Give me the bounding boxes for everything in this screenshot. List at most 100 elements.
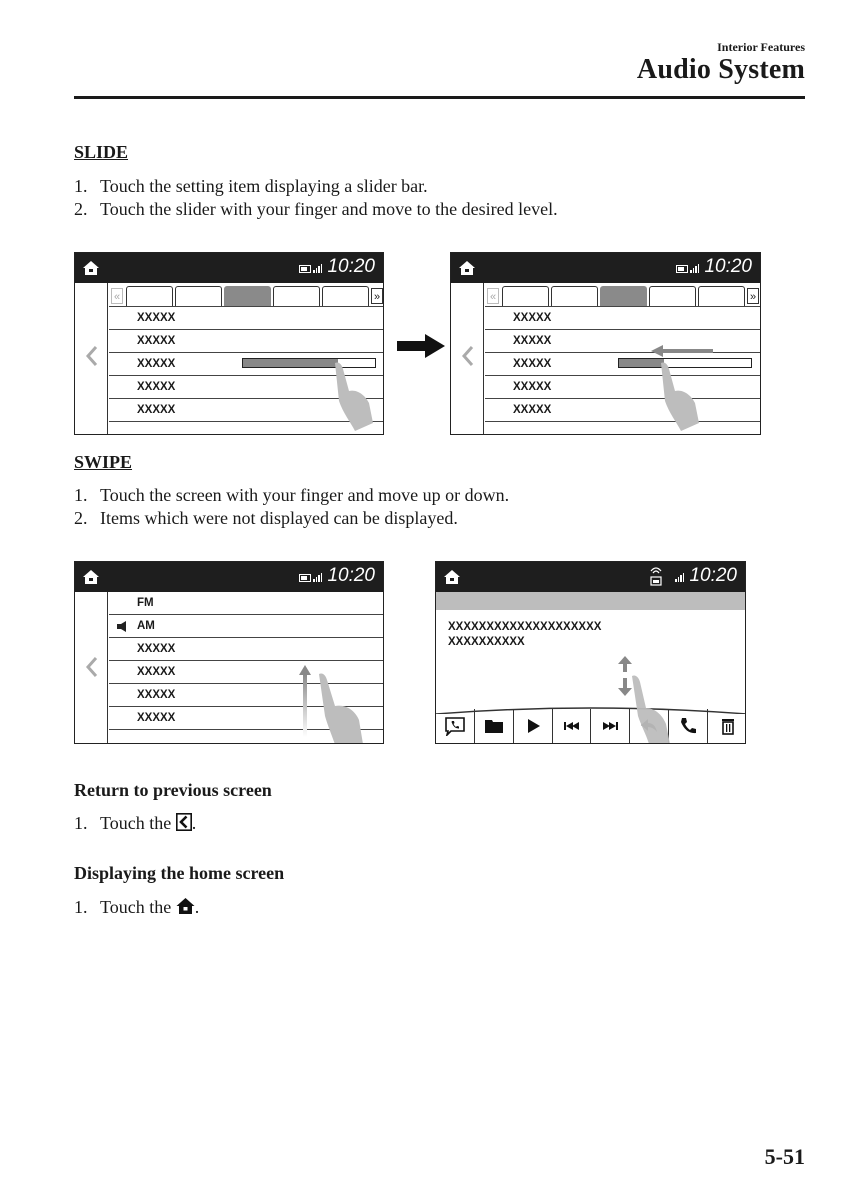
return-step: 1. Touch the .: [74, 812, 196, 835]
step-number: 2.: [74, 199, 88, 219]
list-item-label: XXXXX: [513, 358, 552, 370]
step-text: Touch the: [100, 813, 172, 833]
header-divider: [74, 96, 805, 99]
home-icon[interactable]: [82, 259, 100, 277]
tab-2[interactable]: [551, 286, 598, 306]
tab-5[interactable]: [698, 286, 745, 306]
home-icon[interactable]: [82, 568, 100, 586]
list-item[interactable]: XXXXX: [485, 353, 760, 376]
tab-scroll-left-icon[interactable]: «: [111, 288, 123, 304]
left-motion-arrow-icon: [651, 345, 713, 357]
tab-2[interactable]: [175, 286, 222, 306]
previous-track-button[interactable]: [553, 709, 591, 743]
clock: 10:20: [689, 565, 737, 586]
back-icon[interactable]: [461, 345, 475, 367]
back-icon[interactable]: [85, 345, 99, 367]
finger-icon: [661, 362, 699, 431]
home-heading: Displaying the home screen: [74, 863, 285, 883]
tab-scroll-right-icon[interactable]: »: [371, 288, 383, 304]
slide-screen-after: 10:20 « » XXXXX XXXXX XXXXX XXXXX XXXXX: [450, 252, 761, 435]
next-track-button[interactable]: [591, 709, 630, 743]
tab-3[interactable]: [600, 286, 647, 306]
sidebar: [75, 283, 108, 434]
play-button[interactable]: [514, 709, 553, 743]
battery-icon: [299, 574, 311, 582]
list-item[interactable]: XXXXX: [485, 399, 760, 422]
step-text: Touch the slider with your finger and mo…: [100, 199, 558, 219]
call-icon: [681, 718, 696, 734]
step-number: 2.: [74, 508, 88, 528]
step-number: 1.: [74, 485, 88, 505]
swipe-step-1: 1. Touch the screen with your finger and …: [74, 484, 509, 507]
signal-icon: [313, 573, 323, 582]
slider-fill: [243, 359, 339, 367]
home-icon: [176, 898, 195, 914]
list-item-fm[interactable]: FM: [109, 592, 383, 615]
finger-icon: [632, 675, 670, 743]
step-number: 1.: [74, 897, 88, 917]
step-punctuation: .: [194, 897, 200, 917]
page-title: Audio System: [636, 54, 805, 85]
step-text: Touch the setting item displaying a slid…: [100, 176, 428, 196]
battery-icon: [676, 265, 688, 273]
clock: 10:20: [327, 256, 375, 277]
right-arrow-icon: [397, 334, 445, 358]
tab-4[interactable]: [273, 286, 320, 306]
next-track-icon: [603, 722, 618, 730]
speaker-icon: [117, 621, 126, 632]
tab-scroll-right-icon[interactable]: »: [747, 288, 759, 304]
list-item[interactable]: XXXXX: [109, 306, 383, 330]
swipe-list-screen: 10:20 FM AM XXXXX XXXXX XXXXX XXXXX: [74, 561, 384, 744]
sidebar: [75, 592, 108, 743]
swipe-step-2: 2. Items which were not displayed can be …: [74, 507, 458, 530]
home-step: 1. Touch the .: [74, 896, 199, 919]
home-icon[interactable]: [443, 568, 461, 586]
slide-step-2: 2. Touch the slider with your finger and …: [74, 198, 558, 221]
tab-scroll-left-icon[interactable]: «: [487, 288, 499, 304]
list-item[interactable]: XXXXX: [485, 376, 760, 399]
back-icon: [175, 813, 192, 831]
message-toolbar: [436, 705, 745, 743]
status-bar: 10:20: [75, 253, 383, 283]
message-reply-button[interactable]: [436, 709, 475, 743]
clock: 10:20: [704, 256, 752, 277]
folder-button[interactable]: [475, 709, 514, 743]
slide-heading: SLIDE: [74, 142, 129, 162]
message-header-bar: [436, 592, 745, 610]
list-item-am[interactable]: AM: [109, 615, 383, 638]
list-item[interactable]: XXXXX: [109, 638, 383, 661]
tab-1[interactable]: [502, 286, 549, 306]
return-heading: Return to previous screen: [74, 780, 272, 800]
step-punctuation: .: [191, 813, 197, 833]
chapter-label: Interior Features: [717, 40, 805, 54]
clock: 10:20: [327, 565, 375, 586]
tab-bar: « »: [109, 286, 383, 306]
home-icon[interactable]: [458, 259, 476, 277]
tab-4[interactable]: [649, 286, 696, 306]
settings-list: XXXXX XXXXX XXXXX XXXXX XXXXX: [485, 306, 760, 422]
step-text: Touch the: [100, 897, 172, 917]
list-item[interactable]: XXXXX: [485, 306, 760, 330]
finger-icon: [335, 362, 373, 431]
call-button[interactable]: [669, 709, 708, 743]
list-item-label: AM: [137, 620, 155, 632]
swipe-heading: SWIPE: [74, 452, 133, 472]
list-item[interactable]: XXXXX: [485, 330, 760, 353]
swipe-message-screen: 10:20 XXXXXXXXXXXXXXXXXXXX XXXXXXXXXX: [435, 561, 746, 744]
delete-button[interactable]: [708, 709, 745, 743]
step-text: Touch the screen with your finger and mo…: [100, 485, 510, 505]
up-motion-arrow-icon: [299, 665, 311, 737]
previous-track-icon: [563, 722, 579, 730]
tab-1[interactable]: [126, 286, 173, 306]
folder-icon: [485, 720, 503, 733]
step-text: Items which were not displayed can be di…: [100, 508, 458, 528]
battery-icon: [299, 265, 311, 273]
signal-icon: [675, 573, 685, 582]
list-item[interactable]: XXXXX: [109, 330, 383, 353]
tab-3[interactable]: [224, 286, 271, 306]
finger-icon: [319, 673, 363, 743]
step-number: 1.: [74, 813, 88, 833]
tab-5[interactable]: [322, 286, 369, 306]
status-bar: 10:20: [451, 253, 760, 283]
back-icon[interactable]: [85, 656, 99, 678]
